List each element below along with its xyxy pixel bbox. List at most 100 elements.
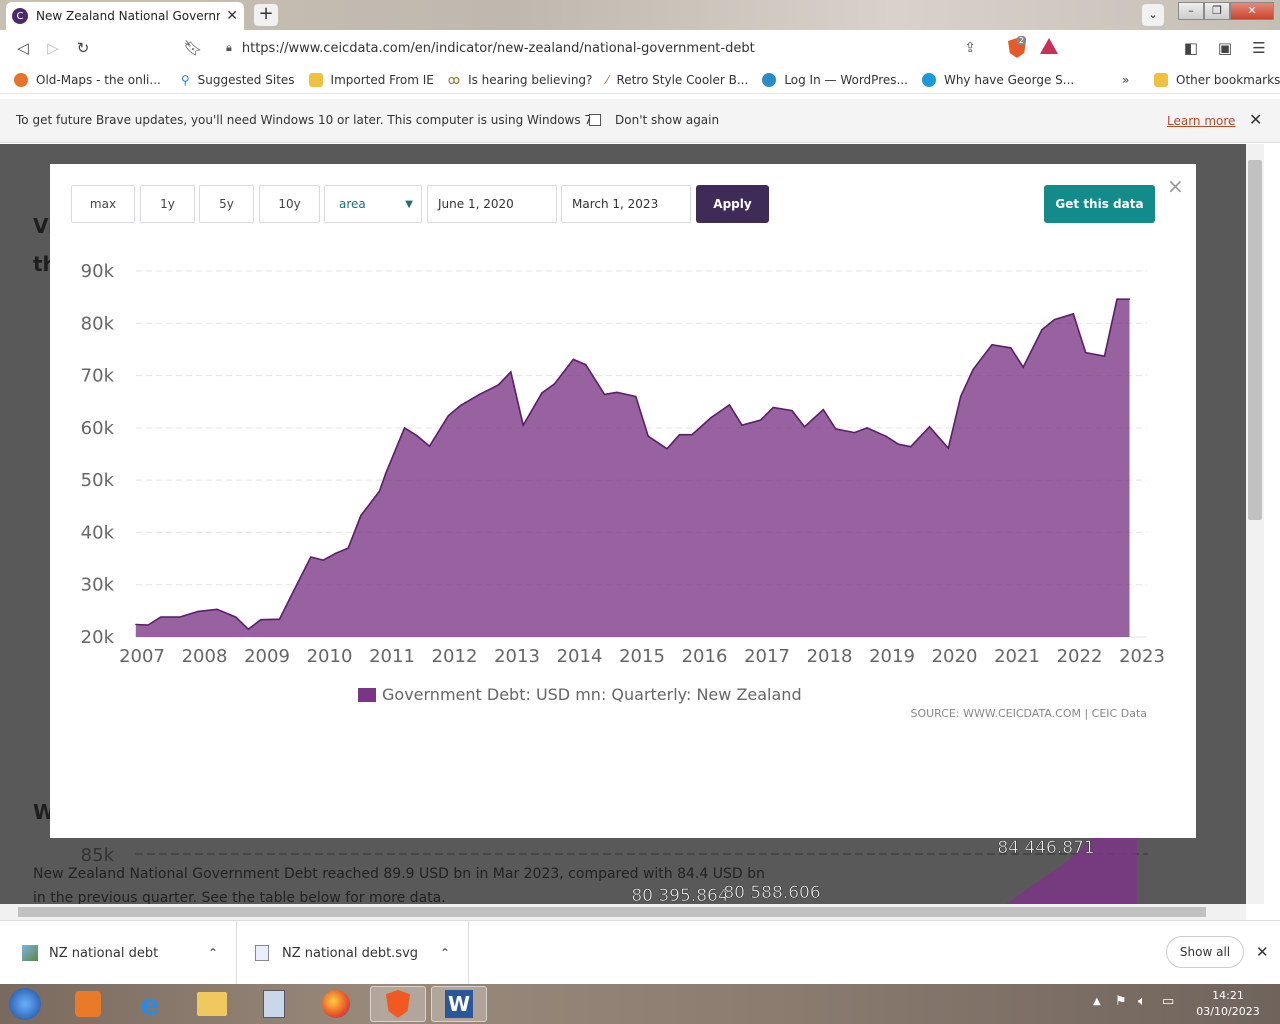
range-1y-button[interactable]: 1y [140, 185, 195, 223]
bottle-icon: ⁄ [606, 72, 609, 87]
data-point [416, 435, 418, 437]
window-controls: – ❐ ✕ [1178, 2, 1274, 20]
maximize-button[interactable]: ❐ [1204, 2, 1230, 20]
horizontal-scroll-thumb[interactable] [18, 907, 1206, 917]
brave-icon[interactable] [370, 986, 426, 1022]
vertical-scroll-thumb[interactable] [1248, 160, 1262, 520]
active-tab[interactable]: C New Zealand National Government Debt ✕ [6, 2, 244, 30]
chart-type-select[interactable]: area ▼ [324, 185, 422, 223]
bookmark-old-maps[interactable]: Old-Maps - the onli... [14, 72, 161, 87]
chevron-up-icon[interactable]: ⌃ [208, 946, 218, 960]
data-point [885, 435, 887, 437]
image-file-icon [22, 945, 38, 961]
back-icon[interactable]: ◁ [8, 39, 38, 57]
forward-icon[interactable]: ▷ [38, 39, 68, 57]
infobar-close-icon[interactable]: ✕ [1249, 110, 1262, 129]
internet-explorer-icon[interactable]: e [122, 986, 178, 1022]
data-point [991, 344, 993, 346]
other-bookmarks[interactable]: Other bookmarks [1154, 72, 1280, 87]
date-from-input[interactable]: June 1, 2020 [427, 185, 557, 223]
x-tick-label: 2021 [994, 646, 1040, 667]
bookmark-suggested-sites[interactable]: ⚲ Suggested Sites [181, 73, 295, 87]
data-point [403, 427, 406, 429]
system-clock[interactable]: 14:21 03/10/2023 [1188, 988, 1268, 1020]
firefox-icon[interactable] [308, 986, 364, 1022]
data-point [866, 427, 868, 429]
chart-source: SOURCE: WWW.CEICDATA.COM | CEIC Data [910, 707, 1147, 720]
data-point [1103, 355, 1106, 357]
bookmark-icon[interactable]: 🔖︎ [178, 39, 208, 57]
close-icon[interactable]: × [1167, 174, 1184, 198]
x-tick-label: 2017 [744, 646, 790, 667]
learn-more-link[interactable]: Learn more [1167, 114, 1235, 128]
data-point [1085, 352, 1087, 354]
file-explorer-icon[interactable] [184, 986, 240, 1022]
bookmark-hearing-believing[interactable]: ꝏ Is hearing believing? [448, 73, 593, 87]
close-downloads-icon[interactable]: ✕ [1256, 943, 1269, 961]
data-point [310, 556, 312, 558]
data-point [710, 417, 712, 419]
data-point [335, 552, 337, 554]
download-item[interactable]: NZ national debt ⌃ [0, 921, 237, 985]
reload-icon[interactable]: ↻ [68, 39, 98, 57]
range-max-button[interactable]: max [71, 185, 135, 223]
range-5y-button[interactable]: 5y [199, 185, 254, 223]
y-tick-label: 85k [81, 845, 115, 866]
data-point [378, 490, 381, 492]
page-viewport: Vi th W New Zealand National Government … [0, 144, 1246, 904]
network-icon[interactable]: ▭ [1162, 994, 1174, 1009]
data-point [835, 428, 837, 430]
calculator-icon[interactable] [246, 986, 302, 1022]
data-point [160, 616, 162, 618]
legend-swatch [358, 687, 376, 702]
data-point [772, 406, 774, 409]
get-this-data-button[interactable]: Get this data [1044, 185, 1155, 223]
brave-rewards-icon[interactable] [1040, 38, 1058, 54]
dont-show-checkbox[interactable] [589, 114, 601, 126]
new-tab-button[interactable]: + [254, 4, 278, 26]
date-to-input[interactable]: March 1, 2023 [561, 185, 691, 223]
media-player-icon[interactable] [60, 986, 116, 1022]
data-point [897, 443, 899, 445]
range-10y-button[interactable]: 10y [259, 185, 320, 223]
chevron-up-icon[interactable]: ⌃ [440, 946, 450, 960]
apply-button[interactable]: Apply [696, 185, 769, 223]
data-label: 80 395.864 [631, 886, 728, 904]
data-label: 84 446.871 [997, 838, 1094, 858]
tray-arrow-icon[interactable]: ▲ [1093, 996, 1101, 1007]
sidebar-icon[interactable]: ◧ [1176, 39, 1206, 57]
debt-area-chart: 20k 30k 40k 50k 60k 70k 80k 90k 2007 2008 2009 201… [81, 261, 1165, 667]
minimize-button[interactable]: – [1178, 2, 1204, 20]
ceic-favicon-icon: C [12, 8, 28, 24]
wallet-icon[interactable]: ▣ [1210, 39, 1240, 57]
tab-search-chevron-icon[interactable]: ⌄ [1142, 4, 1164, 26]
data-point [1053, 319, 1056, 321]
y-tick-label: 50k [81, 470, 115, 491]
data-point [678, 434, 681, 436]
data-point [135, 623, 137, 626]
x-tick-label: 2013 [494, 646, 540, 667]
action-center-flag-icon[interactable]: ⚑ [1115, 994, 1127, 1009]
show-all-button[interactable]: Show all [1166, 936, 1244, 968]
share-icon[interactable]: ⇪ [964, 40, 976, 56]
download-item[interactable]: NZ national debt.svg ⌃ [237, 921, 469, 985]
address-bar[interactable]: 🔒︎ https://www.ceicdata.com/en/indicator… [214, 34, 1064, 62]
data-point [278, 618, 281, 620]
x-tick-label: 2012 [432, 646, 478, 667]
bookmarks-overflow[interactable]: » [1122, 73, 1129, 87]
x-tick-label: 2009 [244, 646, 290, 667]
shields-count-badge: 2 [1016, 36, 1026, 45]
bookmark-retro-cooler[interactable]: ⁄ Retro Style Cooler B... [606, 73, 748, 87]
word-icon[interactable]: W [431, 986, 487, 1022]
close-window-button[interactable]: ✕ [1230, 2, 1274, 20]
bookmark-imported-ie[interactable]: Imported From IE [308, 72, 434, 87]
x-tick-label: 2015 [619, 646, 665, 667]
menu-icon[interactable]: ☰ [1244, 39, 1274, 57]
volume-icon[interactable]: 🔈︎ [1138, 994, 1146, 1009]
bookmark-george[interactable]: Why have George S... [921, 72, 1074, 87]
folder-icon [308, 72, 323, 87]
bookmark-wordpress[interactable]: Log In — WordPres... [762, 72, 908, 87]
tab-close-icon[interactable]: ✕ [226, 8, 238, 24]
start-orb-icon[interactable] [0, 986, 50, 1022]
y-tick-label: 80k [81, 313, 115, 334]
